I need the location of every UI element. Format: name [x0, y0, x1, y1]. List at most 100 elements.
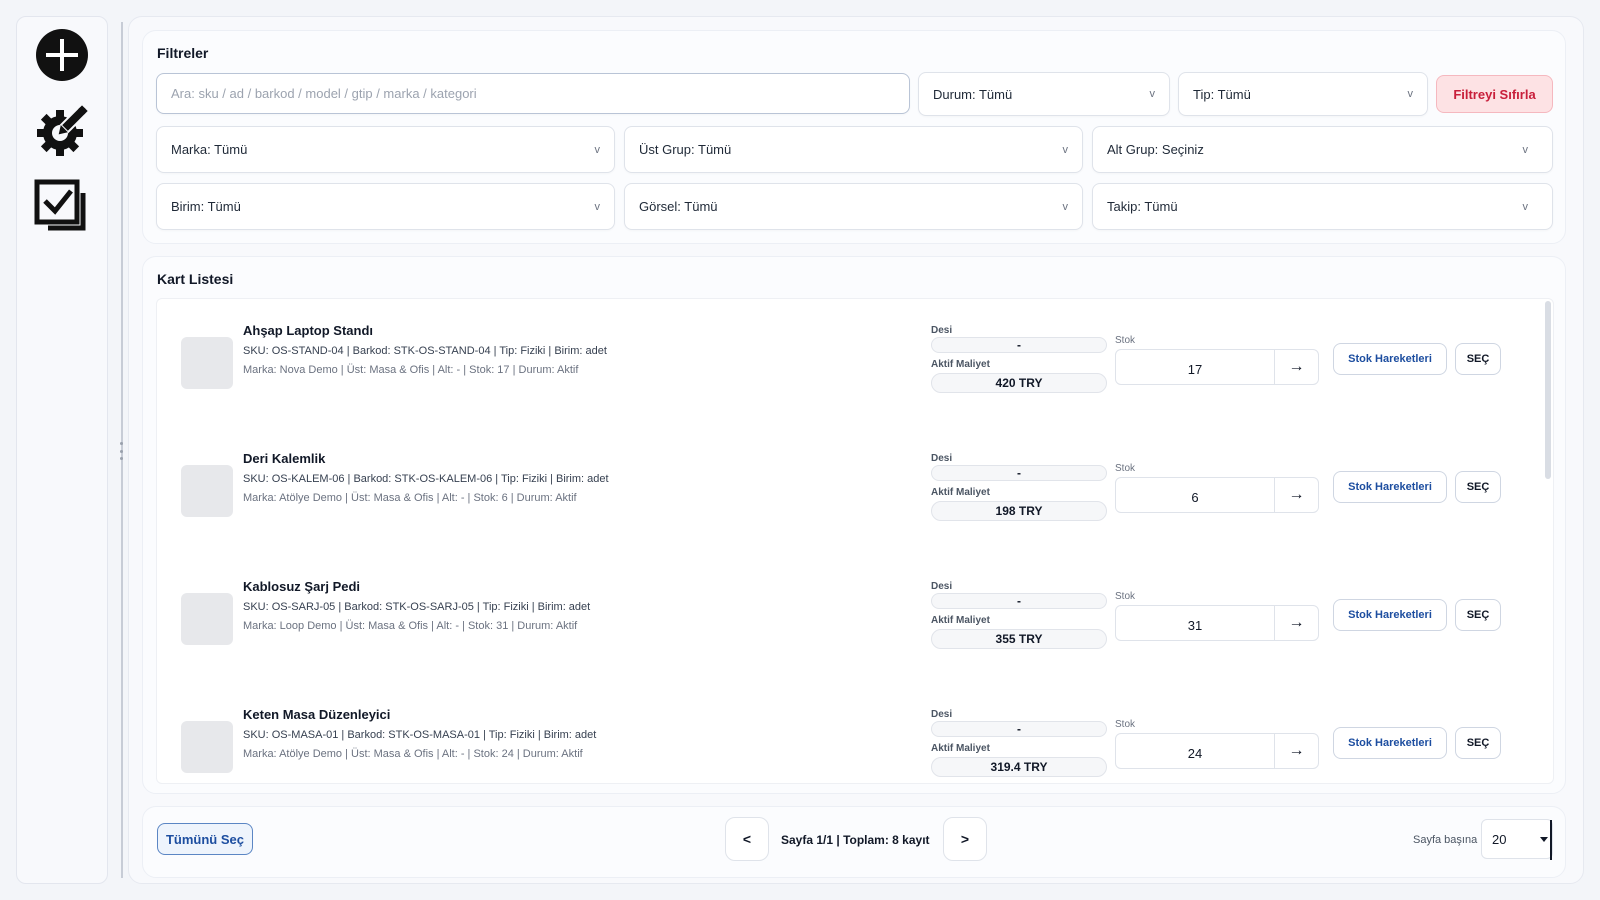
plus-circle-icon: [36, 29, 88, 81]
prev-page-button[interactable]: <: [725, 817, 769, 861]
chevron-down-icon: v: [1522, 143, 1529, 156]
product-details: SKU: OS-KALEM-06 | Barkod: STK-OS-KALEM-…: [243, 473, 609, 485]
chevron-down-icon: v: [1522, 200, 1529, 213]
list-scrollbar[interactable]: [1545, 301, 1551, 479]
filters-title: Filtreler: [157, 45, 209, 61]
checklist-button[interactable]: [32, 177, 92, 237]
desi-label: Desi: [931, 325, 953, 336]
arrow-right-icon[interactable]: →: [1274, 606, 1318, 640]
product-thumbnail: [181, 337, 233, 389]
reset-filter-button[interactable]: Filtreyi Sıfırla: [1436, 75, 1553, 113]
stock-movements-button[interactable]: Stok Hareketleri: [1333, 599, 1447, 631]
pagination-bar: Tümünü Seç < Sayfa 1/1 | Toplam: 8 kayıt…: [142, 806, 1566, 878]
birim-label: Birim: Tümü: [171, 199, 241, 214]
stock-stepper[interactable]: 24 →: [1115, 733, 1319, 769]
maliyet-value: 198 TRY: [931, 501, 1107, 521]
edit-settings-button[interactable]: [32, 101, 92, 161]
product-meta: Marka: Loop Demo | Üst: Masa & Ofis | Al…: [243, 620, 578, 632]
stock-input[interactable]: 17: [1116, 350, 1274, 384]
select-edge: [1550, 820, 1552, 860]
resize-grip[interactable]: [118, 442, 124, 460]
product-details: SKU: OS-MASA-01 | Barkod: STK-OS-MASA-01…: [243, 729, 597, 741]
search-placeholder: Ara: sku / ad / barkod / model / gtip / …: [171, 86, 477, 101]
alt-grup-label: Alt Grup: Seçiniz: [1107, 142, 1204, 157]
chevron-down-icon: v: [1407, 88, 1414, 100]
select-button[interactable]: SEÇ: [1455, 471, 1501, 503]
search-input[interactable]: Ara: sku / ad / barkod / model / gtip / …: [156, 73, 910, 114]
product-thumbnail: [181, 593, 233, 645]
tip-select[interactable]: Tip: Tümü v: [1178, 72, 1428, 116]
desi-value: -: [931, 721, 1107, 737]
stok-label: Stok: [1115, 335, 1136, 346]
stock-input[interactable]: 24: [1116, 734, 1274, 768]
list-item: Kablosuz Şarj Pedi SKU: OS-SARJ-05 | Bar…: [157, 555, 1537, 683]
gorsel-label: Görsel: Tümü: [639, 199, 718, 214]
desi-label: Desi: [931, 581, 953, 592]
durum-label: Durum: Tümü: [933, 86, 1013, 102]
select-button[interactable]: SEÇ: [1455, 727, 1501, 759]
ust-grup-select[interactable]: Üst Grup: Tümü v: [624, 126, 1083, 173]
maliyet-label: Aktif Maliyet: [931, 359, 990, 370]
select-all-button[interactable]: Tümünü Seç: [157, 823, 253, 855]
product-name: Deri Kalemlik: [243, 451, 326, 466]
maliyet-label: Aktif Maliyet: [931, 743, 990, 754]
takip-select[interactable]: Takip: Tümü v: [1092, 183, 1553, 230]
list-item: Ahşap Laptop Standı SKU: OS-STAND-04 | B…: [157, 299, 1537, 427]
sidebar: [16, 16, 108, 884]
stock-movements-button[interactable]: Stok Hareketleri: [1333, 471, 1447, 503]
gorsel-select[interactable]: Görsel: Tümü v: [624, 183, 1083, 230]
stock-stepper[interactable]: 17 →: [1115, 349, 1319, 385]
stock-input[interactable]: 6: [1116, 478, 1274, 512]
arrow-right-icon[interactable]: →: [1274, 478, 1318, 512]
birim-select[interactable]: Birim: Tümü v: [156, 183, 615, 230]
dropdown-arrow-icon: [1540, 837, 1548, 842]
stock-stepper[interactable]: 6 →: [1115, 477, 1319, 513]
chevron-down-icon: v: [594, 143, 601, 156]
maliyet-value: 355 TRY: [931, 629, 1107, 649]
per-page-select[interactable]: 20: [1481, 819, 1553, 860]
next-page-button[interactable]: >: [943, 817, 987, 861]
alt-grup-select[interactable]: Alt Grup: Seçiniz v: [1092, 126, 1553, 173]
desi-value: -: [931, 465, 1107, 481]
product-details: SKU: OS-SARJ-05 | Barkod: STK-OS-SARJ-05…: [243, 601, 591, 613]
chevron-down-icon: v: [594, 200, 601, 213]
select-button[interactable]: SEÇ: [1455, 343, 1501, 375]
chevron-down-icon: v: [1062, 143, 1069, 156]
stock-stepper[interactable]: 31 →: [1115, 605, 1319, 641]
takip-label: Takip: Tümü: [1107, 199, 1178, 214]
stock-movements-button[interactable]: Stok Hareketleri: [1333, 343, 1447, 375]
marka-select[interactable]: Marka: Tümü v: [156, 126, 615, 173]
maliyet-label: Aktif Maliyet: [931, 615, 990, 626]
chevron-down-icon: v: [1062, 200, 1069, 213]
desi-label: Desi: [931, 709, 953, 720]
stok-label: Stok: [1115, 719, 1136, 730]
arrow-right-icon[interactable]: →: [1274, 734, 1318, 768]
chevron-down-icon: v: [1149, 88, 1156, 100]
stok-label: Stok: [1115, 591, 1136, 602]
product-name: Ahşap Laptop Standı: [243, 323, 373, 338]
marka-label: Marka: Tümü: [171, 142, 248, 157]
maliyet-label: Aktif Maliyet: [931, 487, 990, 498]
product-name: Keten Masa Düzenleyici: [243, 707, 391, 722]
card-list[interactable]: Ahşap Laptop Standı SKU: OS-STAND-04 | B…: [156, 298, 1554, 784]
add-button[interactable]: [32, 25, 92, 85]
product-thumbnail: [181, 721, 233, 773]
page-info: Sayfa 1/1 | Toplam: 8 kayıt: [781, 833, 930, 847]
stock-input[interactable]: 31: [1116, 606, 1274, 640]
list-item: Keten Masa Düzenleyici SKU: OS-MASA-01 |…: [157, 683, 1537, 783]
product-meta: Marka: Atölye Demo | Üst: Masa & Ofis | …: [243, 748, 583, 760]
per-page-value: 20: [1492, 831, 1507, 847]
desi-label: Desi: [931, 453, 953, 464]
checklist-icon: [34, 179, 86, 231]
desi-value: -: [931, 337, 1107, 353]
durum-select[interactable]: Durum: Tümü v: [918, 72, 1170, 116]
stok-label: Stok: [1115, 463, 1136, 474]
arrow-right-icon[interactable]: →: [1274, 350, 1318, 384]
product-thumbnail: [181, 465, 233, 517]
stock-movements-button[interactable]: Stok Hareketleri: [1333, 727, 1447, 759]
maliyet-value: 420 TRY: [931, 373, 1107, 393]
product-details: SKU: OS-STAND-04 | Barkod: STK-OS-STAND-…: [243, 345, 607, 357]
product-name: Kablosuz Şarj Pedi: [243, 579, 361, 594]
select-button[interactable]: SEÇ: [1455, 599, 1501, 631]
product-meta: Marka: Atölye Demo | Üst: Masa & Ofis | …: [243, 492, 577, 504]
